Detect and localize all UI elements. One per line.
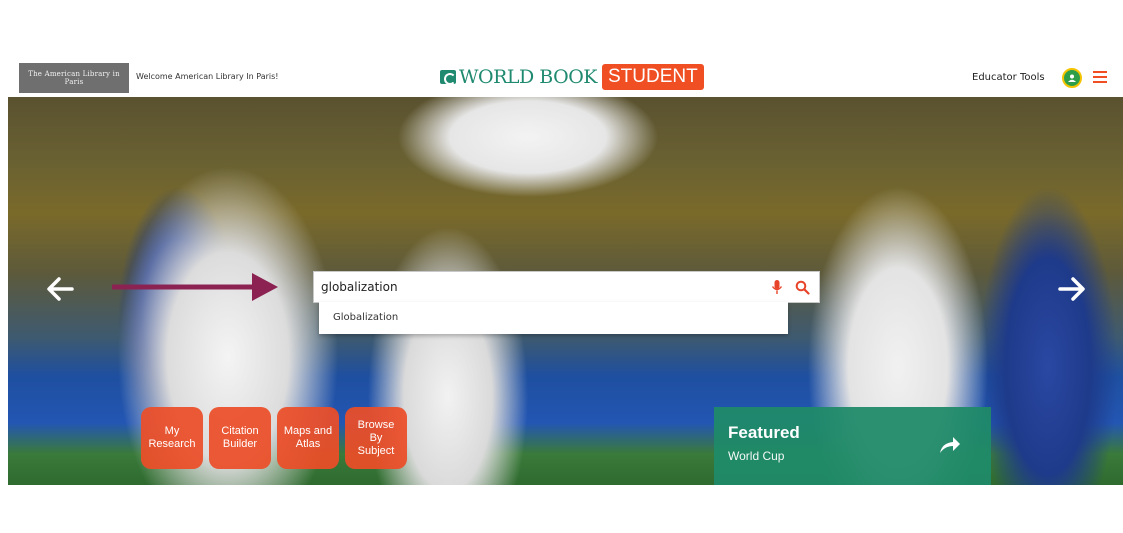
voice-search-button[interactable] xyxy=(767,277,787,297)
featured-subtitle: World Cup xyxy=(728,449,785,463)
library-logo-text: The American Library in Paris xyxy=(28,70,120,86)
search-bar xyxy=(313,271,820,303)
welcome-message: Welcome American Library In Paris! xyxy=(136,72,279,81)
featured-panel[interactable]: Featured World Cup xyxy=(714,407,991,485)
citation-builder-button[interactable]: Citation Builder xyxy=(209,407,271,469)
share-arrow-icon[interactable] xyxy=(936,432,962,458)
brand-name: WORLD BOOK xyxy=(459,66,597,88)
brand-badge-student: STUDENT xyxy=(601,64,704,90)
educator-tools-link[interactable]: Educator Tools xyxy=(972,72,1045,83)
quick-links: My Research Citation Builder Maps and At… xyxy=(141,407,407,469)
search-input[interactable] xyxy=(314,272,767,302)
user-icon xyxy=(1068,74,1076,82)
featured-title: Featured xyxy=(728,423,800,442)
my-research-button[interactable]: My Research xyxy=(141,407,203,469)
arrow-right-icon xyxy=(1058,277,1085,301)
hamburger-menu-button[interactable] xyxy=(1093,71,1107,83)
user-account-button[interactable] xyxy=(1062,68,1082,88)
next-slide-button[interactable] xyxy=(1054,271,1090,307)
microphone-icon xyxy=(771,280,783,294)
menu-line xyxy=(1093,76,1107,78)
world-book-student-logo[interactable]: WORLD BOOK STUDENT xyxy=(440,63,704,91)
previous-slide-button[interactable] xyxy=(42,271,78,307)
hero-banner: Globalization My Research Citation Build… xyxy=(8,97,1123,485)
search-suggestions-dropdown: Globalization xyxy=(319,302,788,334)
search-icon xyxy=(795,280,810,295)
pointer-arrow-graphic xyxy=(112,273,278,301)
hamburger-menu-icon xyxy=(1093,71,1107,73)
browse-by-subject-button[interactable]: Browse By Subject xyxy=(345,407,407,469)
menu-line xyxy=(1093,81,1107,83)
arrow-left-icon xyxy=(47,277,74,301)
world-book-logo-icon xyxy=(440,70,456,85)
library-logo[interactable]: The American Library in Paris xyxy=(19,63,129,93)
maps-and-atlas-button[interactable]: Maps and Atlas xyxy=(277,407,339,469)
top-header: The American Library in Paris Welcome Am… xyxy=(8,57,1123,97)
suggestion-item[interactable]: Globalization xyxy=(333,312,398,323)
search-submit-button[interactable] xyxy=(791,276,813,298)
